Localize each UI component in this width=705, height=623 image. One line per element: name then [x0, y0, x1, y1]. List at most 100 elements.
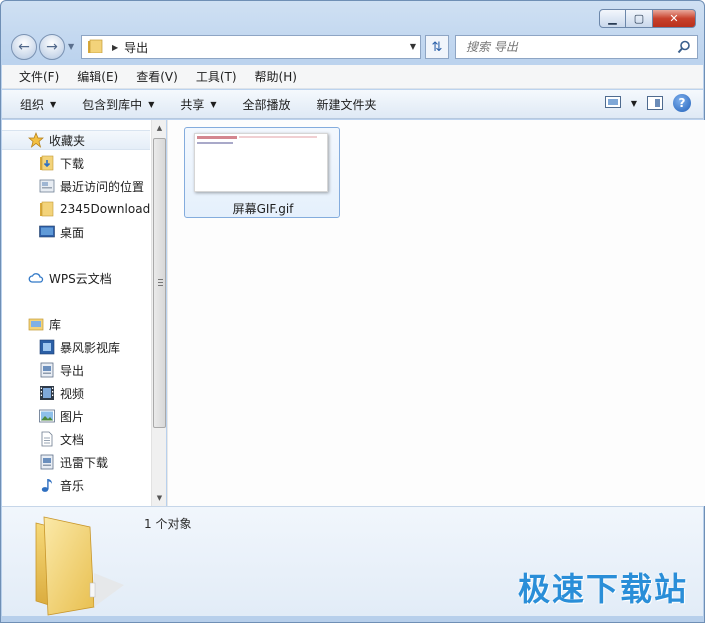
refresh-button[interactable]: ⇅ [425, 35, 449, 59]
scrollbar-thumb[interactable] [153, 138, 166, 428]
nav-wps-cloud-label: WPS云文档 [49, 271, 112, 286]
command-bar: 组织 ▼ 包含到库中 ▼ 共享 ▼ 全部播放 新建文件夹 ▼ ? [2, 90, 703, 119]
video-library-icon [39, 339, 55, 355]
menu-tools[interactable]: 工具(T) [189, 66, 244, 87]
nav-libraries[interactable]: 库 [2, 314, 150, 334]
nav-baofeng-library-label: 暴风影视库 [60, 340, 121, 355]
nav-baofeng-library[interactable]: 暴风影视库 [2, 337, 150, 357]
file-list-area[interactable]: 屏幕GIF.gif [167, 120, 705, 506]
menu-bar: 文件(F) 编辑(E) 查看(V) 工具(T) 帮助(H) [2, 65, 703, 89]
organize-button[interactable]: 组织 ▼ [20, 96, 56, 113]
nav-recent-places-label: 最近访问的位置 [60, 179, 145, 194]
folder-icon [39, 201, 55, 217]
thumbnail-line [197, 142, 233, 144]
large-folder-icon [28, 511, 128, 620]
desktop-icon [39, 224, 55, 240]
maximize-icon: ▢ [633, 12, 645, 25]
nav-2345downloads[interactable]: 2345Downloads [2, 199, 150, 219]
arrow-left-icon: ← [18, 39, 30, 55]
forward-button[interactable]: → [39, 34, 65, 60]
nav-libraries-label: 库 [49, 317, 62, 332]
change-view-button[interactable]: ▼ [604, 96, 637, 110]
film-icon [39, 385, 55, 401]
explorer-window: ▁ ▢ ✕ ← → ▼ ▶ 导出 ▼ ⇅ 文件(F) 编辑(E) 查看(V) 工… [0, 0, 705, 623]
back-button[interactable]: ← [11, 34, 37, 60]
organize-label: 组织 [20, 97, 45, 112]
command-bar-right: ▼ ? [604, 94, 691, 112]
nav-downloads[interactable]: 下载 [2, 153, 150, 173]
scroll-up-icon[interactable]: ▲ [152, 120, 167, 136]
share-button[interactable]: 共享 ▼ [180, 96, 216, 113]
nav-favorites[interactable]: 收藏夹 [2, 130, 150, 150]
nav-desktop-label: 桌面 [60, 225, 85, 240]
music-note-icon [39, 477, 55, 493]
nav-documents[interactable]: 文档 [2, 429, 150, 449]
gif-thumbnail [194, 133, 328, 192]
refresh-icon: ⇅ [431, 39, 443, 55]
nav-downloads-label: 下载 [60, 156, 85, 171]
menu-help[interactable]: 帮助(H) [248, 66, 304, 87]
search-box [455, 35, 698, 59]
grip-icon [158, 279, 163, 286]
document-icon [39, 431, 55, 447]
nav-videos-label: 视频 [60, 386, 85, 401]
menu-file[interactable]: 文件(F) [12, 66, 66, 87]
nav-music-label: 音乐 [60, 478, 85, 493]
minimize-icon: ▁ [608, 12, 617, 25]
item-count: 1 个对象 [144, 517, 192, 531]
nav-xunlei-downloads[interactable]: 迅雷下载 [2, 452, 150, 472]
nav-2345downloads-label: 2345Downloads [60, 202, 150, 216]
maximize-button[interactable]: ▢ [626, 9, 653, 28]
library-folder-icon [39, 362, 55, 378]
breadcrumb-separator-icon[interactable]: ▶ [112, 43, 118, 52]
share-label: 共享 [180, 97, 205, 112]
address-dropdown[interactable]: ▼ [410, 42, 416, 51]
nav-pictures[interactable]: 图片 [2, 406, 150, 426]
view-icon [604, 96, 621, 110]
chevron-down-icon: ▼ [210, 99, 217, 109]
nav-wps-cloud[interactable]: WPS云文档 [2, 268, 150, 288]
include-library-button[interactable]: 包含到库中 ▼ [82, 96, 154, 113]
nav-recent-places[interactable]: 最近访问的位置 [2, 176, 150, 196]
file-name: 屏幕GIF.gif [232, 202, 294, 216]
close-icon: ✕ [669, 12, 679, 25]
new-folder-label: 新建文件夹 [316, 97, 377, 112]
thumbnail-line [197, 136, 237, 139]
search-icon[interactable] [677, 40, 691, 57]
chevron-down-icon[interactable]: ▼ [631, 99, 637, 108]
address-bar[interactable]: ▶ 导出 ▼ [81, 35, 421, 59]
menu-edit[interactable]: 编辑(E) [70, 66, 125, 87]
close-button[interactable]: ✕ [653, 9, 696, 28]
file-item[interactable]: 屏幕GIF.gif [184, 127, 340, 218]
nav-scrollbar[interactable]: ▲ ▼ [151, 120, 166, 506]
star-icon [28, 132, 44, 148]
help-icon: ? [678, 96, 686, 110]
arrow-right-icon: → [46, 39, 58, 55]
nav-desktop[interactable]: 桌面 [2, 222, 150, 242]
nav-music[interactable]: 音乐 [2, 475, 150, 495]
menu-view[interactable]: 查看(V) [129, 66, 185, 87]
chevron-down-icon: ▼ [50, 99, 57, 109]
include-library-label: 包含到库中 [82, 97, 143, 112]
recent-places-icon [39, 178, 55, 194]
nav-videos[interactable]: 视频 [2, 383, 150, 403]
preview-pane-button[interactable] [647, 96, 663, 110]
search-input[interactable] [466, 40, 666, 54]
download-folder-icon [39, 155, 55, 171]
scroll-down-icon[interactable]: ▼ [152, 490, 167, 506]
minimize-button[interactable]: ▁ [599, 9, 626, 28]
play-all-button[interactable]: 全部播放 [243, 96, 291, 113]
recent-pages-dropdown[interactable]: ▼ [68, 42, 74, 51]
play-all-label: 全部播放 [242, 97, 291, 112]
library-icon [28, 316, 44, 332]
chevron-down-icon: ▼ [148, 99, 155, 109]
nav-export[interactable]: 导出 [2, 360, 150, 380]
help-button[interactable]: ? [673, 94, 691, 112]
new-folder-button[interactable]: 新建文件夹 [317, 96, 377, 113]
nav-favorites-label: 收藏夹 [49, 133, 86, 148]
caption-buttons: ▁ ▢ ✕ [599, 9, 696, 28]
breadcrumb-current[interactable]: 导出 [124, 39, 148, 56]
nav-pictures-label: 图片 [60, 409, 85, 424]
navigation-pane: 收藏夹 下载 最近访问的位置 2345Downloads 桌面 WPS云文档 库… [2, 120, 166, 506]
thumbnail-line [239, 136, 317, 138]
